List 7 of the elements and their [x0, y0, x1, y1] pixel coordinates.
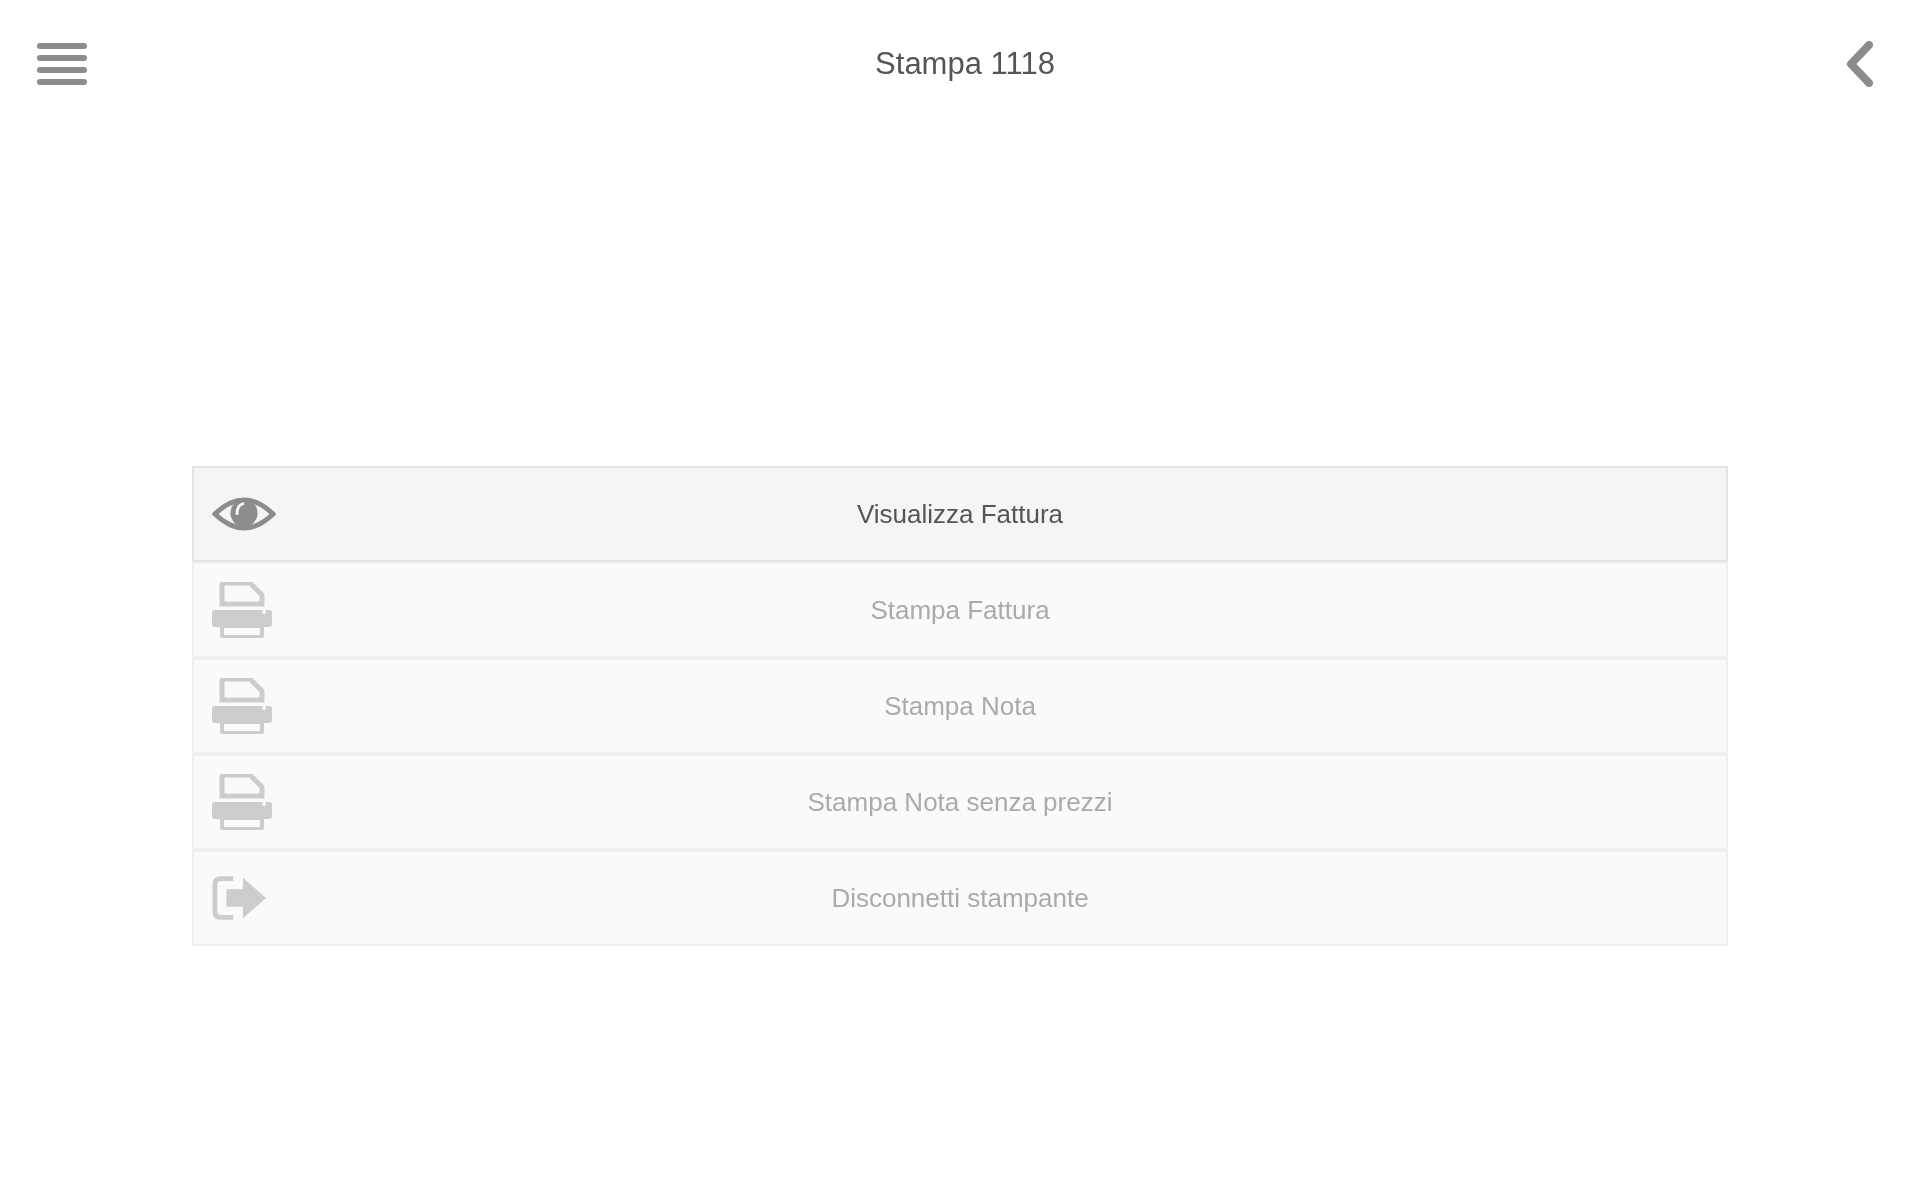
exit-icon [212, 875, 268, 921]
printer-icon [212, 678, 272, 734]
printer-icon [212, 774, 272, 830]
menu-button[interactable] [37, 43, 87, 85]
action-row[interactable]: Visualizza Fattura [192, 466, 1728, 562]
page-title: Stampa 1118 [875, 44, 1055, 83]
printer-icon [212, 582, 272, 638]
